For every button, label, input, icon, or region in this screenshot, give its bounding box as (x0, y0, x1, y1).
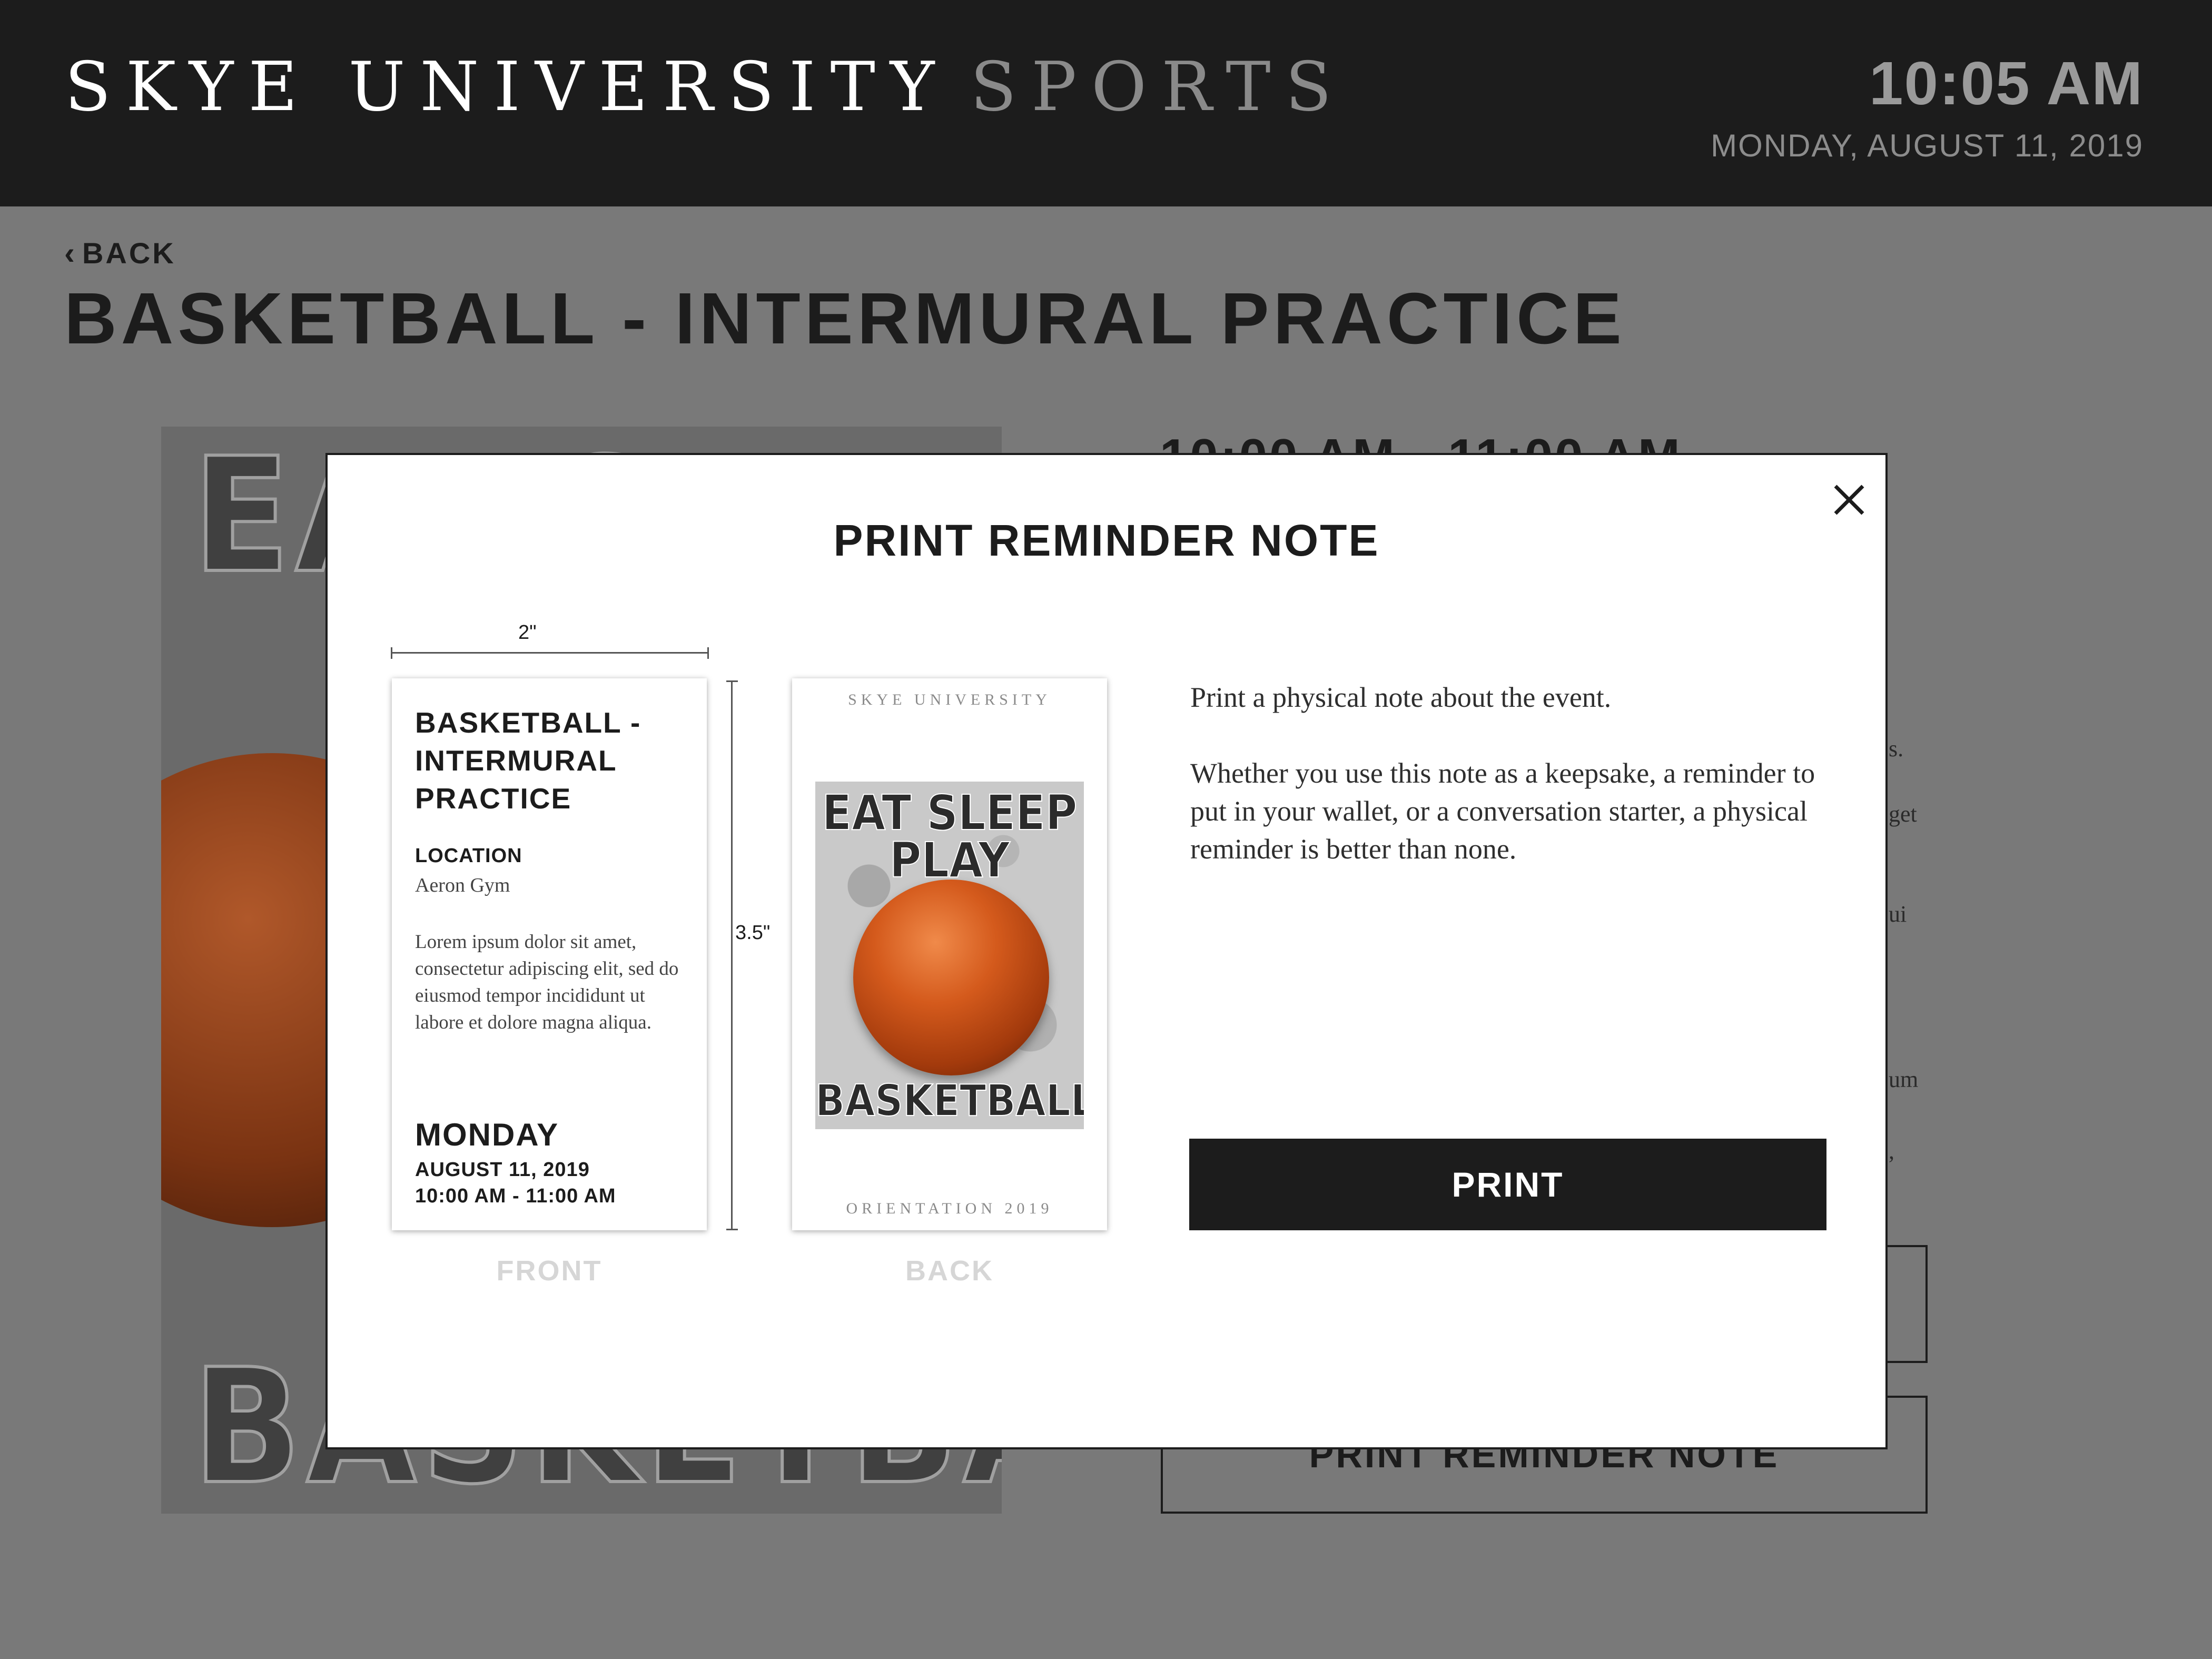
top-bar: SKYE UNIVERSITY SPORTS 10:05 AM MONDAY, A… (0, 0, 2212, 206)
art-line-2: PLAY (889, 832, 1011, 888)
page-title: BASKETBALL - INTERMURAL PRACTICE (64, 278, 1626, 359)
note-back-university: SKYE UNIVERSITY (848, 691, 1051, 708)
description-fragment: get (1889, 801, 1917, 827)
modal-title: PRINT REMINDER NOTE (833, 516, 1380, 565)
note-event-title: BASKETBALL - INTERMURAL PRACTICE (415, 706, 641, 815)
current-time: 10:05 AM (1869, 49, 2144, 117)
print-reminder-modal: PRINT REMINDER NOTE 2" 3.5" BASKETBALL -… (325, 453, 1888, 1449)
description-fragment: s. (1889, 736, 1904, 762)
art-line-1: EAT SLEEP (822, 785, 1078, 841)
width-dimension-line (391, 647, 709, 659)
description-fragment: um (1889, 1066, 1919, 1092)
clock: 10:05 AM MONDAY, AUGUST 11, 2019 (1711, 53, 2144, 164)
note-back-orientation: ORIENTATION 2019 (846, 1200, 1053, 1217)
back-link[interactable]: ‹ BACK (64, 235, 176, 271)
back-caption: BACK (905, 1255, 994, 1287)
front-caption: FRONT (496, 1255, 603, 1287)
description-fragment: ui (1889, 901, 1907, 927)
brand-secondary: SPORTS (970, 48, 1347, 126)
note-date: AUGUST 11, 2019 (415, 1159, 590, 1181)
note-hours: 10:00 AM - 11:00 AM (415, 1185, 616, 1207)
note-location: Aeron Gym (415, 874, 510, 896)
height-dimension-line (726, 680, 738, 1230)
note-description: Lorem ipsum dolor sit amet, consectetur … (415, 931, 679, 1033)
current-date: MONDAY, AUGUST 11, 2019 (1711, 128, 2144, 163)
art-line-3: BASKETBALL (815, 1076, 1084, 1126)
brand-primary: SKYE UNIVERSITY (65, 48, 950, 126)
height-dimension-label: 3.5" (735, 922, 771, 944)
note-front-preview: BASKETBALL - INTERMURAL PRACTICE LOCATIO… (392, 678, 707, 1230)
back-link-label: BACK (82, 236, 176, 270)
chevron-left-icon: ‹ (64, 235, 77, 271)
print-button[interactable]: PRINT (1189, 1139, 1826, 1230)
note-location-heading: LOCATION (415, 845, 522, 867)
modal-description-line-1: Print a physical note about the event. (1190, 682, 1612, 713)
modal-description: Print a physical note about the event. W… (1190, 678, 1838, 906)
basketball-icon (853, 880, 1049, 1075)
note-day: MONDAY (415, 1117, 559, 1152)
width-dimension-label: 2" (518, 621, 537, 644)
brand-logo: SKYE UNIVERSITY SPORTS (65, 54, 1346, 121)
modal-description-line-2: Whether you use this note as a keepsake,… (1190, 757, 1815, 865)
note-back-preview: SKYE UNIVERSITY EAT SLEEP PLAY BASKETBAL… (792, 678, 1107, 1230)
description-fragment: , (1889, 1138, 1894, 1164)
close-icon (1834, 485, 1864, 515)
basketball-poster-image: EAT SLEEP PLAY BASKETBALL (815, 782, 1084, 1129)
